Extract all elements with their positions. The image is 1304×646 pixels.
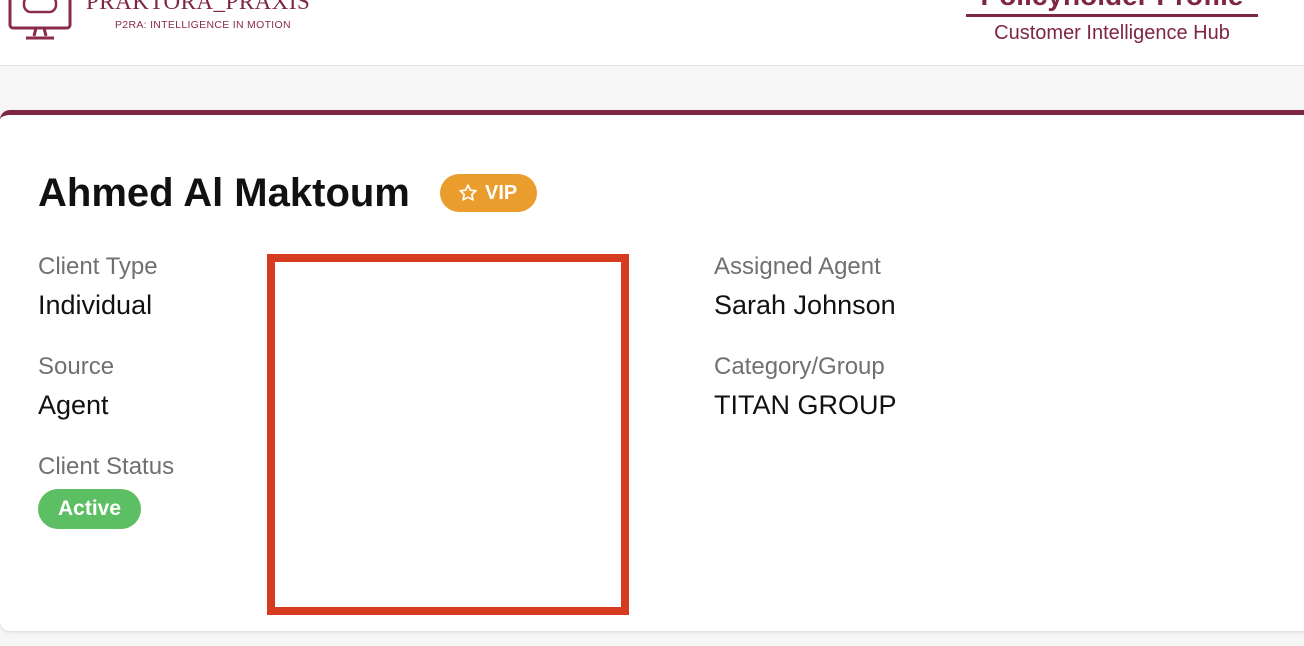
assigned-agent-value: Sarah Johnson bbox=[714, 290, 896, 320]
category-group-label: Category/Group bbox=[714, 353, 885, 380]
vip-badge: VIP bbox=[440, 174, 538, 212]
monitor-logo-icon bbox=[8, 0, 72, 40]
redaction-box bbox=[267, 254, 629, 615]
client-type-value: Individual bbox=[38, 290, 153, 320]
client-status-badge: Active bbox=[38, 489, 142, 529]
assigned-agent-label: Assigned Agent bbox=[714, 253, 881, 280]
page-title: Policyholder Profile bbox=[966, 0, 1258, 12]
star-icon bbox=[459, 184, 477, 201]
vip-badge-label: VIP bbox=[485, 181, 518, 204]
source-label: Source bbox=[38, 353, 115, 380]
top-header: PRAKTORA_PRAXIS P2RA: INTELLIGENCE IN MO… bbox=[0, 0, 1304, 66]
page-subtitle: Customer Intelligence Hub bbox=[994, 22, 1230, 44]
title-underline bbox=[966, 14, 1258, 17]
client-status-label: Client Status bbox=[38, 453, 175, 480]
source-value: Agent bbox=[38, 390, 109, 420]
category-group-value: TITAN GROUP bbox=[714, 390, 897, 420]
brand-name: PRAKTORA_PRAXIS bbox=[86, 0, 311, 14]
client-name: Ahmed Al Maktoum bbox=[38, 171, 410, 215]
policyholder-card: Ahmed Al Maktoum VIP Client Type Individ… bbox=[0, 110, 1304, 631]
brand-tagline: P2RA: INTELLIGENCE IN MOTION bbox=[115, 19, 291, 31]
client-type-label: Client Type bbox=[38, 253, 158, 280]
